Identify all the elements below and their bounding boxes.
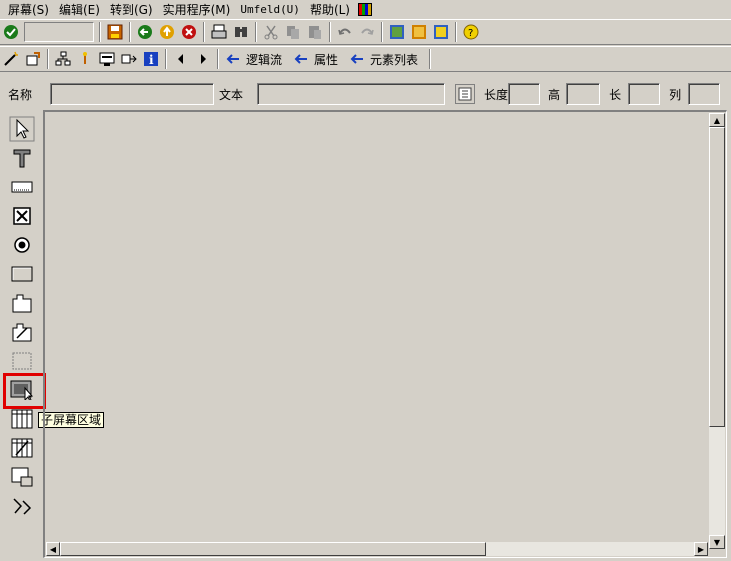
toolbar-separator bbox=[255, 22, 257, 42]
custom-control-icon[interactable] bbox=[6, 463, 38, 491]
window-icon[interactable] bbox=[408, 21, 430, 43]
menu-screen[interactable]: 屏幕(S) bbox=[4, 1, 53, 18]
screen-icon[interactable] bbox=[96, 48, 118, 70]
vertical-scrollbar[interactable]: ▲ ▼ bbox=[709, 113, 725, 549]
height-field[interactable] bbox=[566, 83, 601, 105]
height-label: 高 bbox=[548, 87, 561, 102]
scroll-right-button[interactable]: ▶ bbox=[694, 542, 708, 556]
flow-logic-link[interactable]: 逻辑流 bbox=[246, 51, 282, 68]
arrow-left-icon bbox=[222, 48, 244, 70]
toolbar-separator bbox=[203, 22, 205, 42]
box-icon[interactable] bbox=[6, 347, 38, 375]
svg-text:i: i bbox=[149, 53, 154, 67]
cut-icon[interactable] bbox=[260, 21, 282, 43]
toolbar-separator bbox=[165, 49, 167, 69]
standard-toolbar: ? bbox=[0, 19, 731, 45]
toolbar-separator bbox=[329, 22, 331, 42]
redo-icon[interactable] bbox=[356, 21, 378, 43]
svg-text:?: ? bbox=[468, 28, 473, 39]
window-yellow-icon[interactable] bbox=[430, 21, 452, 43]
menu-bar: 屏幕(S) 编辑(E) 转到(G) 实用程序(M) Umfeld(U) 帮助(L… bbox=[0, 0, 731, 18]
back-icon[interactable] bbox=[134, 21, 156, 43]
toolbar-separator bbox=[455, 22, 457, 42]
radio-button-icon[interactable] bbox=[6, 231, 38, 259]
dictionary-table-icon[interactable] bbox=[455, 84, 476, 104]
menu-goto[interactable]: 转到(G) bbox=[106, 1, 157, 18]
pushbutton-icon[interactable] bbox=[6, 260, 38, 288]
command-field[interactable] bbox=[24, 22, 94, 42]
toolbar-separator bbox=[99, 22, 101, 42]
print-icon[interactable] bbox=[208, 21, 230, 43]
horizontal-scrollbar[interactable]: ◀ ▶ bbox=[46, 542, 708, 556]
info-icon[interactable]: i bbox=[140, 48, 162, 70]
layout-canvas[interactable]: ▲ ▼ ◀ ▶ bbox=[43, 110, 727, 558]
tabstrip-wizard-icon[interactable] bbox=[6, 318, 38, 346]
scroll-down-button[interactable]: ▼ bbox=[709, 535, 725, 549]
menu-help[interactable]: 帮助(L) bbox=[306, 1, 354, 18]
checkbox-icon[interactable] bbox=[6, 202, 38, 230]
line-field[interactable] bbox=[628, 83, 661, 105]
prev-icon[interactable] bbox=[170, 48, 192, 70]
menu-utilities[interactable]: 实用程序(M) bbox=[159, 1, 235, 18]
attributes-bar: 名称 文本 长度 高 长 列 bbox=[0, 80, 731, 108]
menu-umfeld[interactable]: Umfeld(U) bbox=[236, 3, 304, 16]
copy-icon[interactable] bbox=[282, 21, 304, 43]
toolbar-separator bbox=[217, 49, 219, 69]
toolbar-separator bbox=[381, 22, 383, 42]
toolbar-separator bbox=[429, 49, 432, 69]
layout-icon[interactable] bbox=[386, 21, 408, 43]
hierarchy-icon[interactable] bbox=[52, 48, 74, 70]
element-list-link[interactable]: 元素列表 bbox=[370, 51, 418, 68]
toolbar-separator bbox=[47, 49, 49, 69]
selection-highlight bbox=[3, 373, 46, 409]
input-field-icon[interactable] bbox=[6, 173, 38, 201]
find-icon[interactable] bbox=[230, 21, 252, 43]
tabstrip-icon[interactable] bbox=[6, 289, 38, 317]
length-field[interactable] bbox=[508, 83, 541, 105]
help-icon[interactable]: ? bbox=[460, 21, 482, 43]
scroll-up-button[interactable]: ▲ bbox=[709, 113, 725, 127]
application-toolbar: i 逻辑流 属性 元素列表 bbox=[0, 46, 731, 72]
vertical-scroll-thumb[interactable] bbox=[709, 127, 725, 427]
arrow-left-icon bbox=[290, 48, 312, 70]
column-field[interactable] bbox=[688, 83, 721, 105]
name-field[interactable] bbox=[50, 83, 215, 105]
attributes-link[interactable]: 属性 bbox=[314, 51, 338, 68]
text-label: 文本 bbox=[219, 87, 244, 102]
status-icon[interactable] bbox=[6, 492, 38, 520]
activate-icon[interactable] bbox=[22, 48, 44, 70]
exit-icon[interactable] bbox=[156, 21, 178, 43]
wand-icon[interactable] bbox=[0, 48, 22, 70]
toolbar-separator bbox=[129, 22, 131, 42]
arrow-left-icon bbox=[346, 48, 368, 70]
text-icon[interactable] bbox=[6, 144, 38, 172]
pointer-icon[interactable] bbox=[6, 115, 38, 143]
paste-icon[interactable] bbox=[304, 21, 326, 43]
line-label: 长 bbox=[609, 87, 622, 102]
save-icon[interactable] bbox=[104, 21, 126, 43]
horizontal-scroll-thumb[interactable] bbox=[60, 542, 486, 556]
table-control-wizard-icon[interactable] bbox=[6, 434, 38, 462]
text-field[interactable] bbox=[257, 83, 446, 105]
column-label: 列 bbox=[669, 87, 682, 102]
length-label: 长度 bbox=[484, 87, 509, 102]
navigate-icon[interactable] bbox=[118, 48, 140, 70]
scroll-left-button[interactable]: ◀ bbox=[46, 542, 60, 556]
dictionary-icon[interactable] bbox=[74, 48, 96, 70]
menu-edit[interactable]: 编辑(E) bbox=[55, 1, 104, 18]
undo-icon[interactable] bbox=[334, 21, 356, 43]
color-palette-icon[interactable] bbox=[358, 2, 372, 16]
check-icon[interactable] bbox=[0, 21, 22, 43]
next-icon[interactable] bbox=[192, 48, 214, 70]
table-control-icon[interactable] bbox=[6, 405, 38, 433]
name-label: 名称 bbox=[8, 87, 33, 102]
cancel-icon[interactable] bbox=[178, 21, 200, 43]
